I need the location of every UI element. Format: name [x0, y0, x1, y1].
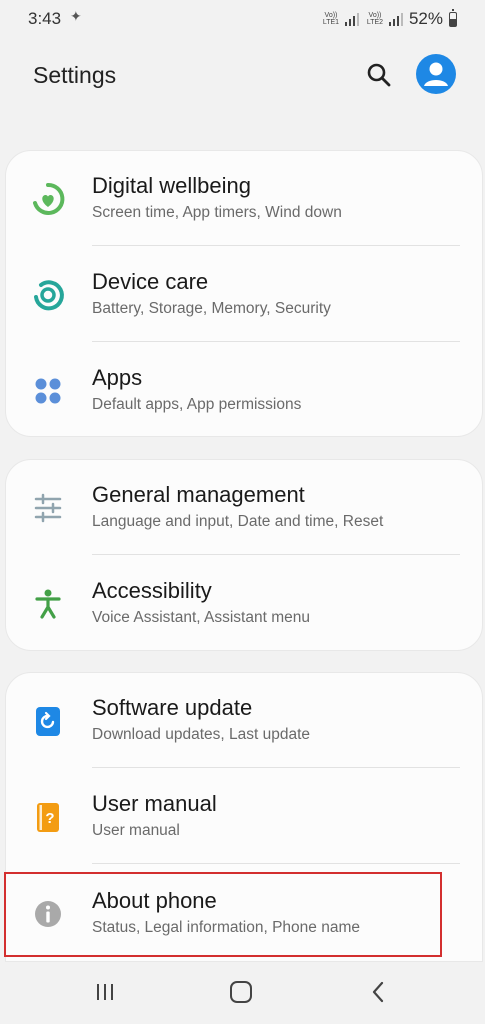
- item-title: Software update: [92, 695, 253, 720]
- back-icon[interactable]: [360, 976, 396, 1008]
- recent-apps-icon[interactable]: [87, 976, 123, 1008]
- battery-percent: 52%: [408, 9, 443, 28]
- settings-group-2: General management Language and input, D…: [5, 459, 483, 651]
- navigation-bar: [0, 960, 485, 1024]
- item-subtitle: Battery, Storage, Memory, Security: [92, 300, 331, 317]
- search-icon[interactable]: [364, 60, 394, 90]
- menu-item-general-management[interactable]: General management Language and input, D…: [6, 460, 482, 556]
- status-time: 3:43: [28, 9, 62, 28]
- apps-icon: [28, 371, 68, 411]
- status-icons: Vo)) LTE1 Vo)) LTE2 52%: [321, 8, 457, 29]
- accessibility-icon: [28, 584, 68, 624]
- sim2-label: Vo)) LTE2: [366, 12, 384, 26]
- item-subtitle: Download updates, Last update: [92, 726, 311, 743]
- settings-group-1: Digital wellbeing Screen time, App timer…: [5, 150, 483, 437]
- item-title: Accessibility: [92, 578, 212, 603]
- digital-wellbeing-icon: [28, 179, 68, 219]
- settings-header: Settings: [0, 40, 485, 112]
- sim2-signal-icon: Vo)) LTE2: [365, 12, 403, 26]
- item-subtitle: Language and input, Date and time, Reset: [92, 513, 384, 530]
- status-bar: 3:43 ✦ Vo)) LTE1 Vo)) LTE2 52%: [0, 0, 485, 38]
- item-title: User manual: [92, 791, 217, 816]
- home-icon[interactable]: [223, 976, 259, 1008]
- sim1-label: Vo)) LTE1: [322, 12, 340, 26]
- divider: [92, 245, 460, 246]
- svg-text:?: ?: [45, 810, 54, 827]
- user-manual-icon: ?: [28, 797, 68, 837]
- menu-item-accessibility[interactable]: Accessibility Voice Assistant, Assistant…: [6, 556, 482, 652]
- battery-icon: [449, 8, 457, 27]
- item-subtitle: Screen time, App timers, Wind down: [92, 204, 342, 221]
- menu-item-digital-wellbeing[interactable]: Digital wellbeing Screen time, App timer…: [6, 151, 482, 247]
- menu-item-software-update[interactable]: Software update Download updates, Last u…: [6, 673, 482, 769]
- device-care-icon: [28, 275, 68, 315]
- item-subtitle: Voice Assistant, Assistant menu: [92, 609, 310, 626]
- menu-item-user-manual[interactable]: ? User manual User manual: [6, 769, 482, 865]
- account-avatar-icon[interactable]: [416, 54, 456, 94]
- divider: [92, 341, 460, 342]
- item-title: Device care: [92, 269, 209, 294]
- item-title: Digital wellbeing: [92, 173, 251, 198]
- menu-item-device-care[interactable]: Device care Battery, Storage, Memory, Se…: [6, 247, 482, 343]
- item-title: Apps: [92, 365, 143, 390]
- magic-wand-icon: ✦: [70, 8, 82, 24]
- item-subtitle: Default apps, App permissions: [92, 396, 302, 413]
- software-update-icon: [28, 701, 68, 741]
- sliders-icon: [28, 488, 68, 528]
- page-title: Settings: [33, 62, 117, 88]
- item-subtitle: User manual: [92, 822, 180, 839]
- divider: [92, 554, 460, 555]
- about-phone-highlight-box: [4, 872, 442, 957]
- divider: [92, 863, 460, 864]
- menu-item-apps[interactable]: Apps Default apps, App permissions: [6, 343, 482, 439]
- item-title: General management: [92, 482, 305, 507]
- divider: [92, 767, 460, 768]
- sim1-signal-icon: Vo)) LTE1: [321, 12, 359, 26]
